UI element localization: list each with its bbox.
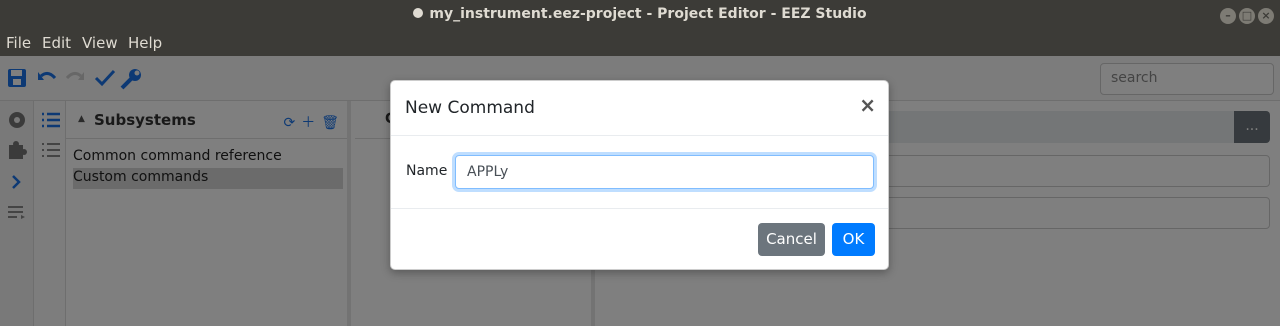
menu-help[interactable]: Help — [128, 34, 162, 52]
ok-button[interactable]: OK — [832, 223, 875, 256]
menu-view[interactable]: View — [82, 34, 118, 52]
dialog-body: Name — [391, 136, 888, 209]
menu-bar: File Edit View Help — [0, 30, 1280, 56]
window-controls: – □ × — [1217, 7, 1274, 24]
cancel-button[interactable]: Cancel — [758, 223, 825, 256]
dialog-footer: Cancel OK — [391, 209, 888, 269]
window-title: my_instrument.eez-project - Project Edit… — [0, 6, 1280, 22]
close-icon[interactable]: × — [859, 95, 876, 115]
maximize-button[interactable]: □ — [1239, 8, 1255, 24]
dialog-title: New Command — [405, 98, 535, 118]
window-titlebar: my_instrument.eez-project - Project Edit… — [0, 0, 1280, 30]
close-window-button[interactable]: × — [1258, 8, 1274, 24]
name-input[interactable] — [455, 155, 874, 189]
unsaved-dot-icon — [413, 8, 424, 18]
name-label: Name — [406, 163, 448, 179]
menu-file[interactable]: File — [6, 34, 31, 52]
minimize-button[interactable]: – — [1220, 8, 1236, 24]
menu-edit[interactable]: Edit — [42, 34, 71, 52]
new-command-dialog: New Command × Name Cancel OK — [390, 80, 889, 270]
dialog-header: New Command × — [391, 81, 888, 136]
